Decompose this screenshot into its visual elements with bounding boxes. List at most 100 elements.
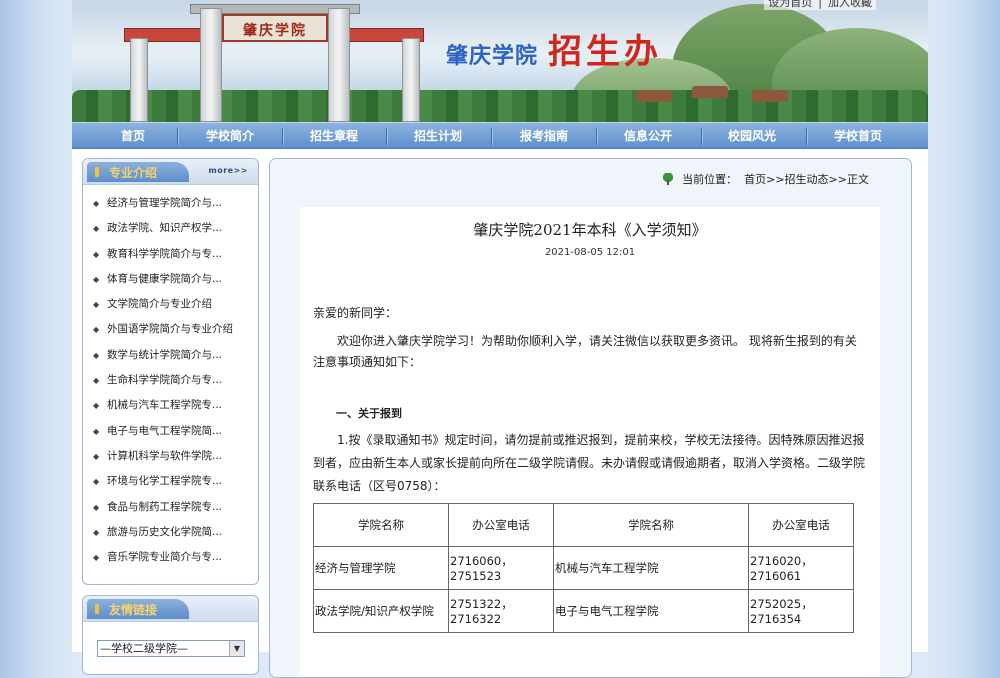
table-cell: 2716020，2716061 — [748, 546, 854, 590]
banner-pavilion — [692, 86, 728, 98]
table-cell: 2751322，2716322 — [448, 589, 554, 633]
diamond-bullet-icon: ◆ — [93, 553, 100, 563]
diamond-bullet-icon: ◆ — [93, 477, 100, 487]
table-header-cell: 学院名称 — [553, 503, 749, 547]
main-content: 当前位置： 首页>>招生动态>>正文 肇庆学院2021年本科《入学须知》 202… — [269, 158, 912, 678]
major-list-item[interactable]: ◆ 机械与汽车工程学院专... — [93, 393, 258, 418]
diamond-bullet-icon: ◆ — [93, 325, 100, 335]
table-header-cell: 办公室电话 — [448, 503, 554, 547]
major-list-item-label: 政法学院、知识产权学... — [107, 222, 223, 235]
college-links-select[interactable]: —学校二级学院— ▼ — [97, 640, 245, 657]
major-list-item-label: 文学院简介与专业介绍 — [107, 298, 212, 311]
major-list-item[interactable]: ◆ 外国语学院简介与专业介绍 — [93, 317, 258, 342]
major-list-item[interactable]: ◆ 食品与制药工程学院专... — [93, 495, 258, 520]
header-banner: 肇庆学院 肇庆学院 招生办 设为首页 | 加入收藏 — [72, 0, 928, 122]
major-list-item[interactable]: ◆ 经济与管理学院简介与... — [93, 191, 258, 216]
major-list-item-label: 电子与电气工程学院简... — [107, 424, 223, 437]
gate-pillar — [130, 38, 148, 122]
college-links-select-value: —学校二级学院— — [100, 642, 188, 655]
nav-item-admission-rules[interactable]: 招生章程 — [284, 123, 384, 150]
nav-separator — [806, 128, 807, 145]
diamond-bullet-icon: ◆ — [93, 199, 100, 208]
major-list-item[interactable]: ◆ 政法学院、知识产权学... — [93, 216, 258, 241]
diamond-bullet-icon: ◆ — [93, 274, 100, 284]
major-list-item[interactable]: ◆ 旅游与历史文化学院简... — [93, 520, 258, 545]
page: 肇庆学院 肇庆学院 招生办 设为首页 | 加入收藏 首页 学校简介 招生章程 招生计划… — [72, 0, 928, 678]
major-list-item[interactable]: ◆ 体育与健康学院简介与... — [93, 267, 258, 292]
article-title: 肇庆学院2021年本科《入学须知》 — [473, 221, 707, 239]
major-list-item-label: 教育科学学院简介与专... — [107, 247, 223, 260]
major-list-item[interactable]: ◆ 文学院简介与专业介绍 — [93, 292, 258, 317]
article-paragraph: 1.按《录取通知书》规定时间，请勿提前或推迟报到，提前来校，学校无法接待。因特殊… — [313, 433, 866, 493]
table-row: 经济与管理学院 2716060，2751523 机械与汽车工程学院 271602… — [313, 546, 854, 590]
tree-icon — [662, 173, 675, 185]
major-list-item[interactable]: ◆ 电子与电气工程学院简... — [93, 419, 258, 444]
major-list-item-label: 经济与管理学院简介与... — [107, 197, 223, 209]
major-list-item[interactable]: ◆ 音乐学院专业简介与专... — [93, 545, 258, 570]
major-list-item-label: 数学与统计学院简介与... — [107, 348, 223, 361]
article-date: 2021-08-05 12:01 — [544, 247, 636, 258]
tab-bullet-icon — [95, 604, 99, 614]
diamond-bullet-icon: ◆ — [93, 350, 100, 360]
major-list-item-label: 体育与健康学院简介与... — [107, 272, 223, 285]
major-list-item[interactable]: ◆ 教育科学学院简介与专... — [93, 242, 258, 267]
banner-pavilion — [752, 90, 788, 102]
major-list-item-label: 食品与制药工程学院专... — [107, 500, 223, 513]
nav-item-admission-plan[interactable]: 招生计划 — [388, 123, 488, 150]
nav-separator — [596, 128, 597, 145]
nav-item-campus[interactable]: 校园风光 — [702, 123, 802, 150]
main-nav: 首页 学校简介 招生章程 招生计划 报考指南 信息公开 校园风光 学校首页 — [72, 122, 928, 149]
tab-bullet-icon — [95, 167, 99, 177]
add-favorite-link[interactable]: 加入收藏 — [828, 0, 872, 9]
gate-plaque-text: 肇庆学院 — [243, 23, 307, 39]
nav-item-school-home[interactable]: 学校首页 — [808, 123, 908, 150]
major-list-item[interactable]: ◆ 环境与化学工程学院专... — [93, 469, 258, 494]
table-cell: 2716060，2751523 — [448, 546, 554, 590]
breadcrumb: 当前位置： 首页>>招生动态>>正文 — [662, 171, 869, 187]
nav-item-about[interactable]: 学校简介 — [180, 123, 280, 150]
links-panel-tab: 友情链接 — [87, 599, 189, 619]
majors-panel-title: 专业介绍 — [109, 166, 158, 180]
gate-plaque: 肇庆学院 — [222, 14, 328, 42]
major-list-item[interactable]: ◆ 计算机科学与软件学院... — [93, 444, 258, 469]
major-list-item-label: 音乐学院专业简介与专... — [107, 551, 223, 564]
diamond-bullet-icon: ◆ — [93, 249, 100, 259]
table-cell: 机械与汽车工程学院 — [553, 546, 749, 590]
major-list-item-label: 环境与化学工程学院专... — [107, 475, 223, 488]
table-header-cell: 办公室电话 — [748, 503, 854, 547]
nav-item-info-disclosure[interactable]: 信息公开 — [598, 123, 698, 150]
set-homepage-link[interactable]: 设为首页 — [768, 0, 812, 9]
table-cell: 2752025，2716354 — [748, 589, 854, 633]
gate-pillar — [328, 8, 350, 122]
diamond-bullet-icon: ◆ — [93, 502, 100, 512]
nav-item-guide[interactable]: 报考指南 — [492, 123, 596, 150]
more-link[interactable]: more>> — [208, 166, 248, 175]
nav-item-home[interactable]: 首页 — [92, 123, 174, 150]
majors-panel-tab: 专业介绍 — [87, 162, 189, 182]
breadcrumb-label: 当前位置： — [682, 173, 738, 186]
major-list-item[interactable]: ◆ 生命科学学院简介与专... — [93, 368, 258, 393]
banner-title: 肇庆学院 招生办 — [446, 24, 662, 73]
table-row: 政法学院/知识产权学院 2751322，2716322 电子与电气工程学院 27… — [313, 589, 854, 633]
article: 肇庆学院2021年本科《入学须知》 2021-08-05 12:01 亲爱的新同… — [300, 207, 880, 677]
nav-separator — [177, 128, 178, 145]
top-links-separator: | — [818, 0, 822, 9]
table-header-row: 学院名称 办公室电话 学院名称 办公室电话 — [313, 503, 854, 547]
table-cell: 电子与电气工程学院 — [553, 589, 749, 633]
majors-panel: 专业介绍 more>> ◆ 经济与管理学院简介与... ◆ 政法学院、知识产权学...… — [82, 158, 259, 585]
chevron-down-icon[interactable]: ▼ — [229, 641, 244, 656]
breadcrumb-path[interactable]: 首页>>招生动态>>正文 — [744, 173, 869, 186]
school-name: 肇庆学院 — [446, 44, 539, 69]
article-intro: 欢迎你进入肇庆学院学习！为帮助你顺利入学，请关注微信以获取更多资讯。 现将新生报… — [313, 334, 857, 369]
office-name: 招生办 — [548, 32, 663, 72]
table-header-cell: 学院名称 — [313, 503, 449, 547]
college-phone-table: 学院名称 办公室电话 学院名称 办公室电话 经济与管理学院 2716060，27… — [313, 503, 854, 633]
major-list-item-label: 生命科学学院简介与专... — [107, 374, 223, 387]
diamond-bullet-icon: ◆ — [93, 300, 100, 310]
nav-separator — [282, 128, 283, 145]
nav-separator — [386, 128, 387, 145]
major-list-item-label: 旅游与历史文化学院简... — [107, 525, 223, 538]
major-list-item[interactable]: ◆ 数学与统计学院简介与... — [93, 343, 258, 368]
links-panel: 友情链接 —学校二级学院— ▼ — [82, 595, 259, 675]
diamond-bullet-icon: ◆ — [93, 401, 100, 411]
